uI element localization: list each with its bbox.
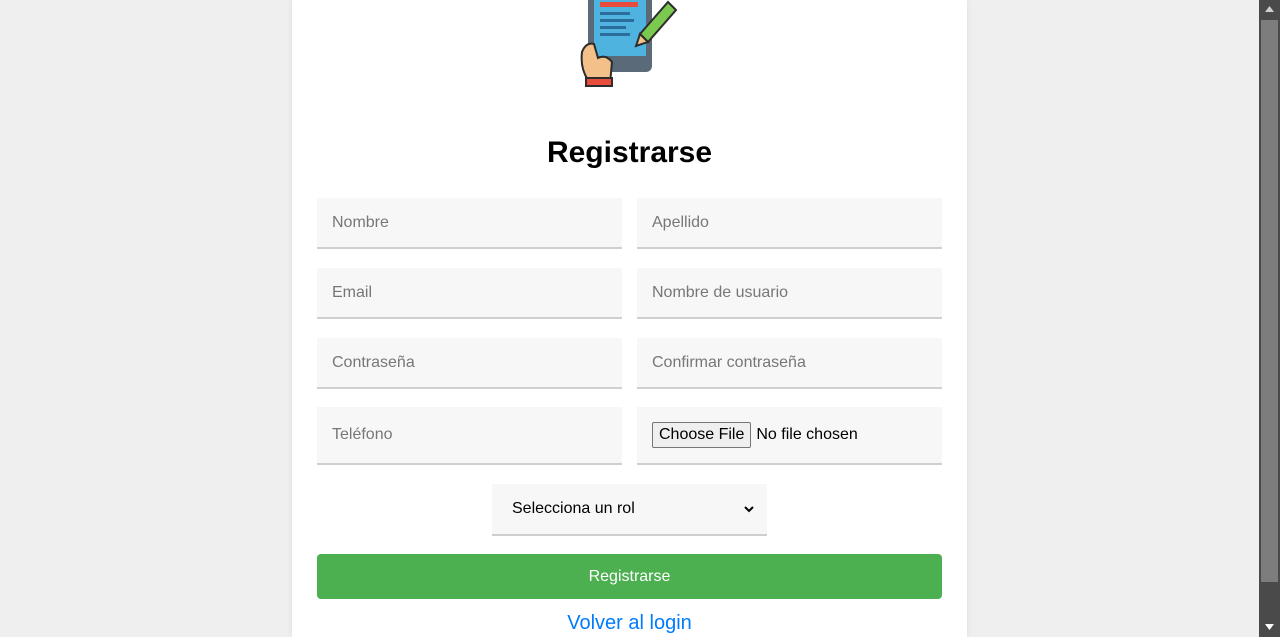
apellido-input[interactable]: [637, 198, 942, 249]
register-button[interactable]: Registrarse: [317, 554, 942, 599]
role-select-value: Selecciona un rol: [512, 500, 635, 517]
file-status: No file chosen: [756, 426, 858, 443]
page: Registrarse Choose File No file chosen S…: [0, 0, 1280, 637]
file-upload-field: Choose File No file chosen: [637, 407, 942, 465]
password-input[interactable]: [317, 338, 622, 389]
confirm-password-input[interactable]: [637, 338, 942, 389]
scroll-thumb[interactable]: [1261, 20, 1278, 582]
nombre-input[interactable]: [317, 198, 622, 249]
phone-form-icon: [580, 0, 678, 87]
arrow-down-icon[interactable]: [1259, 618, 1280, 635]
arrow-up-icon[interactable]: [1259, 0, 1280, 17]
email-input[interactable]: [317, 268, 622, 319]
back-to-login-link[interactable]: Volver al login: [292, 612, 967, 635]
role-select[interactable]: Selecciona un rol: [492, 484, 767, 536]
chevron-down-icon: [744, 506, 754, 513]
page-title: Registrarse: [546, 136, 713, 169]
scrollbar[interactable]: [1259, 0, 1280, 637]
telefono-input[interactable]: [317, 407, 622, 465]
register-card: Registrarse Choose File No file chosen S…: [292, 0, 967, 637]
username-input[interactable]: [637, 268, 942, 319]
choose-file-button[interactable]: Choose File: [652, 422, 752, 448]
